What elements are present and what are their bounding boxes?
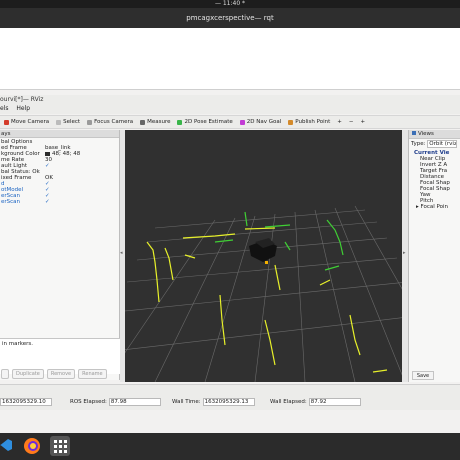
laser-scan-2-checkbox[interactable]: ✓ bbox=[45, 199, 50, 205]
system-top-bar: — 11:40 * bbox=[0, 0, 460, 8]
tool-measure[interactable]: Measure bbox=[140, 119, 170, 125]
view-type-row: Type: Orbit (rviz bbox=[411, 139, 458, 148]
vscode-icon[interactable] bbox=[0, 436, 16, 456]
display-laser-scan-2[interactable]: erScan ✓ bbox=[0, 199, 119, 205]
displays-header: ays bbox=[0, 130, 119, 138]
displays-buttons: Duplicate Remove Rename bbox=[0, 369, 120, 381]
views-panel: Views Type: Orbit (rviz Current Vie Near… bbox=[408, 130, 460, 382]
displays-panel: ays bal Options ed Frame base_link kgroun… bbox=[0, 130, 120, 380]
firefox-icon[interactable] bbox=[22, 436, 42, 456]
tool-focus-camera[interactable]: Focus Camera bbox=[87, 119, 133, 125]
tool-properties-button[interactable]: + bbox=[360, 119, 365, 125]
focus-camera-icon bbox=[87, 119, 93, 125]
system-clock[interactable]: — 11:40 * bbox=[215, 0, 245, 7]
measure-icon bbox=[140, 119, 146, 125]
remove-button[interactable]: Remove bbox=[46, 369, 76, 379]
select-icon bbox=[56, 119, 62, 125]
menu-item-tools[interactable]: els bbox=[0, 105, 8, 112]
right-arrow-icon: ▸ bbox=[403, 250, 406, 256]
wall-elapsed-label: Wall Elapsed: bbox=[270, 399, 307, 405]
add-tool-button[interactable]: + bbox=[337, 119, 342, 125]
nav-goal-icon bbox=[239, 119, 245, 125]
ros-elapsed-field[interactable]: 87.98 bbox=[108, 398, 161, 406]
add-display-button[interactable] bbox=[1, 369, 9, 379]
tool-publish-point[interactable]: Publish Point bbox=[288, 119, 330, 125]
ros-time-field[interactable]: 1632095329.10 bbox=[0, 398, 52, 406]
rviz-toolbar: Move Camera Select Focus Camera Measure … bbox=[0, 115, 460, 129]
views-tree: Current Vie Near Clip Invert Z A Target … bbox=[409, 150, 460, 210]
menu-item-help[interactable]: Help bbox=[16, 105, 30, 112]
ros-elapsed-label: ROS Elapsed: bbox=[70, 399, 107, 405]
ros-elapsed: ROS Elapsed: 87.98 bbox=[70, 398, 161, 406]
wall-time: Wall Time: 1632095329.13 bbox=[172, 398, 255, 406]
laser-scan-green bbox=[214, 211, 344, 271]
scene-render bbox=[125, 205, 402, 382]
remove-tool-button[interactable]: − bbox=[349, 119, 354, 125]
wall-elapsed-field[interactable]: 87.92 bbox=[308, 398, 361, 406]
window-title: pmcagxcerspective— rqt bbox=[186, 14, 274, 22]
tool-select[interactable]: Select bbox=[56, 119, 80, 125]
views-header: Views bbox=[409, 130, 460, 139]
view-type-select[interactable]: Orbit (rviz bbox=[427, 139, 458, 148]
path-markers bbox=[265, 261, 268, 264]
tool-2d-pose-estimate[interactable]: 2D Pose Estimate bbox=[177, 119, 233, 125]
robot-model bbox=[249, 238, 277, 262]
tool-move-camera[interactable]: Move Camera bbox=[4, 119, 49, 125]
publish-point-icon bbox=[288, 119, 294, 125]
views-icon bbox=[412, 131, 416, 135]
wall-elapsed: Wall Elapsed: 87.92 bbox=[270, 398, 361, 406]
left-arrow-icon: ◂ bbox=[120, 250, 123, 256]
menu-bar: els Help bbox=[0, 104, 460, 114]
app-grid-icon[interactable] bbox=[50, 436, 70, 456]
wall-time-label: Wall Time: bbox=[172, 399, 201, 405]
description-text: in markers. bbox=[2, 341, 33, 347]
ros-time: 1632095329.10 bbox=[0, 398, 52, 406]
save-view-button[interactable]: Save bbox=[412, 371, 434, 380]
system-dock bbox=[0, 433, 460, 460]
move-camera-icon bbox=[4, 119, 9, 125]
window-titlebar[interactable]: pmcagxcerspective— rqt bbox=[0, 8, 460, 28]
pose-estimate-icon bbox=[177, 119, 183, 125]
rqt-header-area bbox=[0, 28, 460, 90]
focal-point-item[interactable]: ▸ Focal Poin bbox=[411, 204, 460, 210]
rename-button[interactable]: Rename bbox=[78, 369, 107, 379]
rviz-title-bar: ourvi[*]— RViz bbox=[0, 95, 460, 104]
rviz-title: ourvi[*]— RViz bbox=[0, 96, 44, 103]
color-swatch bbox=[45, 151, 50, 156]
tool-2d-nav-goal[interactable]: 2D Nav Goal bbox=[239, 119, 281, 125]
wall-time-field[interactable]: 1632095329.13 bbox=[202, 398, 255, 406]
duplicate-button[interactable]: Duplicate bbox=[12, 369, 44, 379]
3d-viewport[interactable] bbox=[125, 130, 402, 382]
ground-grid bbox=[125, 205, 402, 382]
time-panel: 1632095329.10 ROS Elapsed: 87.98 Wall Ti… bbox=[0, 384, 460, 410]
